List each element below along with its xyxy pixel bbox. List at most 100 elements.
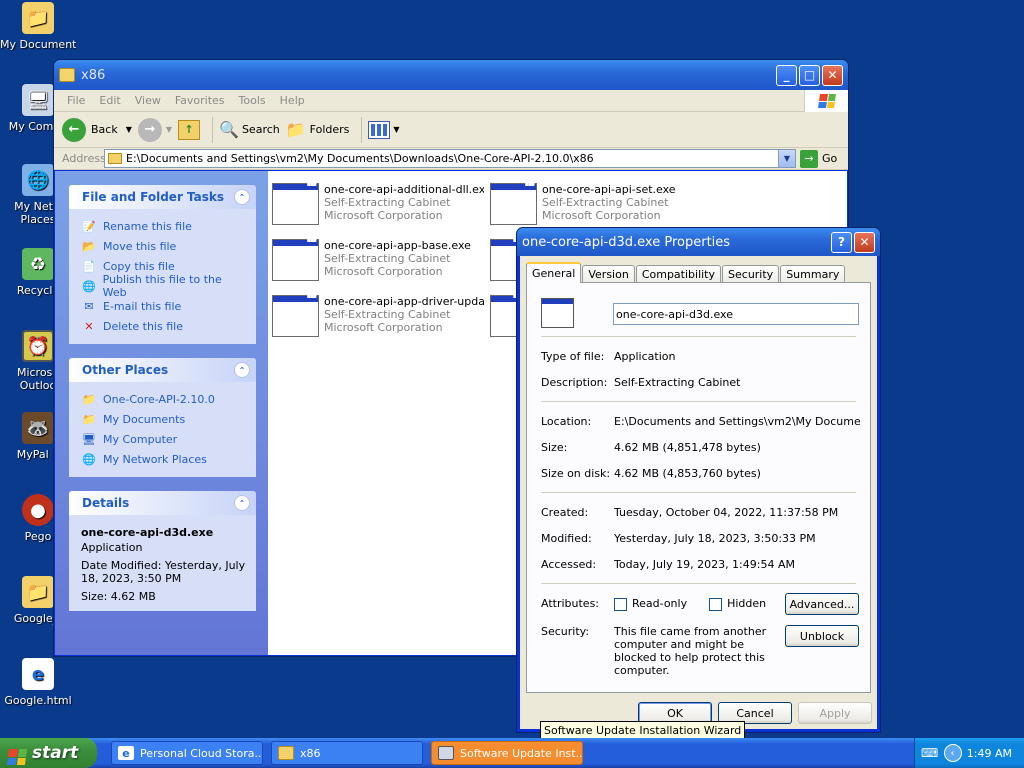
- details-size: Size: 4.62 MB: [81, 590, 156, 603]
- folder-icon: [59, 68, 75, 82]
- taskbar-button-software-update[interactable]: Software Update Inst...: [431, 741, 583, 765]
- address-dropdown-button[interactable]: ▼: [778, 150, 795, 167]
- taskbar-tooltip: Software Update Installation Wizard: [540, 721, 746, 739]
- forward-arrow-icon: →: [137, 117, 162, 142]
- collapse-icon[interactable]: ⌃: [234, 495, 250, 511]
- toolbar-separator: [361, 116, 363, 143]
- tab-summary[interactable]: Summary: [780, 265, 846, 283]
- dialog-titlebar[interactable]: one-core-api-d3d.exe Properties ? ✕: [517, 228, 880, 256]
- readonly-checkbox[interactable]: Read-only: [614, 597, 687, 611]
- task-delete[interactable]: ✕ Delete this file: [81, 316, 246, 336]
- executable-icon: [272, 293, 319, 337]
- task-publish[interactable]: 🌐 Publish this file to the Web: [81, 273, 246, 299]
- chevron-down-icon: ▼: [165, 125, 173, 134]
- delete-icon: ✕: [84, 319, 94, 333]
- close-button[interactable]: ✕: [822, 64, 843, 86]
- taskbar: start e Personal Cloud Stora... x86 Soft…: [0, 738, 1024, 768]
- folders-icon: 📁: [285, 120, 306, 139]
- taskbar-button-personal-cloud[interactable]: e Personal Cloud Stora...: [111, 741, 263, 765]
- back-button[interactable]: ← Back ▼: [62, 117, 132, 142]
- taskbar-button-x86[interactable]: x86: [271, 741, 423, 765]
- start-button[interactable]: start: [0, 738, 97, 768]
- file-item[interactable]: one-core-api-api-set.exe Self-Extracting…: [490, 181, 702, 225]
- documents-icon: 📁: [82, 412, 96, 426]
- file-folder-tasks-panel: File and Folder Tasks ⌃ 📝 Rename this fil…: [69, 185, 256, 344]
- other-places-panel: Other Places ⌃ 📁 One-Core-API-2.10.0 📁 My …: [69, 358, 256, 477]
- ie-document-icon: e: [22, 658, 54, 690]
- executable-icon: [541, 298, 574, 328]
- folder-icon: [108, 153, 122, 164]
- place-my-documents[interactable]: 📁 My Documents: [81, 409, 246, 429]
- tab-version[interactable]: Version: [582, 265, 635, 283]
- executable-icon: [490, 181, 537, 225]
- outlook-icon: ⏰: [22, 330, 54, 362]
- task-move[interactable]: 📂 Move this file: [81, 236, 246, 256]
- collapse-icon[interactable]: ⌃: [234, 362, 250, 378]
- rename-icon: 📝: [82, 219, 96, 233]
- windows-logo-icon: [6, 741, 28, 765]
- place-my-computer[interactable]: 🖥 My Computer: [81, 429, 246, 449]
- desktop-icon-google-html[interactable]: e Google.html: [0, 658, 76, 707]
- views-button[interactable]: ▼: [368, 120, 400, 139]
- menu-tools[interactable]: Tools: [232, 94, 273, 107]
- tab-general[interactable]: General: [526, 262, 582, 283]
- search-button[interactable]: 🔍 Search: [219, 120, 280, 139]
- installer-icon: [438, 746, 454, 760]
- file-item[interactable]: one-core-api-additional-dll.exe Self-Ext…: [272, 181, 484, 225]
- forward-button[interactable]: → ▼: [137, 117, 173, 142]
- file-item[interactable]: one-core-api-app-base.exe Self-Extractin…: [272, 237, 484, 281]
- dialog-close-button[interactable]: ✕: [854, 231, 875, 253]
- panel-header[interactable]: File and Folder Tasks ⌃: [69, 185, 256, 209]
- keyboard-icon[interactable]: ⌨: [921, 746, 938, 760]
- panel-header[interactable]: Details ⌃: [69, 491, 256, 515]
- security-warning-text: This file came from another computer and…: [614, 625, 767, 677]
- menu-view[interactable]: View: [128, 94, 168, 107]
- filename-input[interactable]: one-core-api-d3d.exe: [613, 303, 859, 325]
- address-input[interactable]: E:\Documents and Settings\vm2\My Documen…: [104, 149, 796, 168]
- task-email[interactable]: ✉ E-mail this file: [81, 296, 246, 316]
- folder-icon: 📁: [22, 2, 54, 34]
- show-hidden-icons-button[interactable]: ‹: [943, 744, 962, 762]
- copy-icon: 📄: [82, 259, 96, 273]
- advanced-button[interactable]: Advanced...: [785, 593, 859, 615]
- desktop-icon-my-documents[interactable]: 📁 My Documents: [0, 2, 76, 51]
- maximize-button[interactable]: □: [799, 64, 820, 86]
- apply-button[interactable]: Apply: [798, 702, 872, 724]
- hidden-checkbox[interactable]: Hidden: [709, 597, 766, 611]
- up-folder-button[interactable]: ↑: [178, 119, 201, 140]
- minimize-button[interactable]: _: [776, 64, 797, 86]
- panel-header[interactable]: Other Places ⌃: [69, 358, 256, 382]
- address-bar: Address E:\Documents and Settings\vm2\My…: [54, 148, 848, 170]
- folders-button[interactable]: 📁 Folders: [286, 120, 350, 139]
- menu-help[interactable]: Help: [273, 94, 312, 107]
- task-rename[interactable]: 📝 Rename this file: [81, 216, 246, 236]
- globe-icon: 🌐: [81, 279, 96, 293]
- up-folder-icon: ↑: [178, 119, 201, 140]
- move-icon: 📂: [82, 239, 96, 253]
- unblock-button[interactable]: Unblock: [785, 625, 859, 647]
- folder-icon: 📁: [22, 576, 54, 608]
- place-one-core-api[interactable]: 📁 One-Core-API-2.10.0: [81, 389, 246, 409]
- explorer-titlebar[interactable]: x86 _ □ ✕: [54, 60, 848, 90]
- location-value: E:\Documents and Settings\vm2\My Documen…: [614, 415, 860, 428]
- email-icon: ✉: [84, 299, 94, 313]
- views-icon: [368, 120, 391, 139]
- pego-icon: ●: [22, 494, 54, 526]
- collapse-icon[interactable]: ⌃: [234, 189, 250, 205]
- file-item[interactable]: one-core-api-app-driver-upda... Self-Ext…: [272, 293, 484, 337]
- tab-security[interactable]: Security: [722, 265, 780, 283]
- chevron-down-icon: ▼: [393, 125, 400, 134]
- menu-edit[interactable]: Edit: [92, 94, 127, 107]
- place-my-network-places[interactable]: 🌐 My Network Places: [81, 449, 246, 469]
- recycle-bin-icon: ♻: [22, 248, 54, 280]
- tab-compatibility[interactable]: Compatibility: [635, 265, 722, 283]
- help-button[interactable]: ?: [831, 231, 852, 253]
- menu-favorites[interactable]: Favorites: [168, 94, 232, 107]
- mypal-icon: 🦝: [22, 412, 54, 444]
- clock[interactable]: 1:49 AM: [967, 747, 1012, 760]
- menu-file[interactable]: File: [60, 94, 92, 107]
- type-value: Application: [614, 350, 676, 363]
- tab-strip: General Version Compatibility Security S…: [526, 262, 846, 283]
- go-button[interactable]: → Go: [800, 149, 844, 168]
- executable-icon: [272, 181, 319, 225]
